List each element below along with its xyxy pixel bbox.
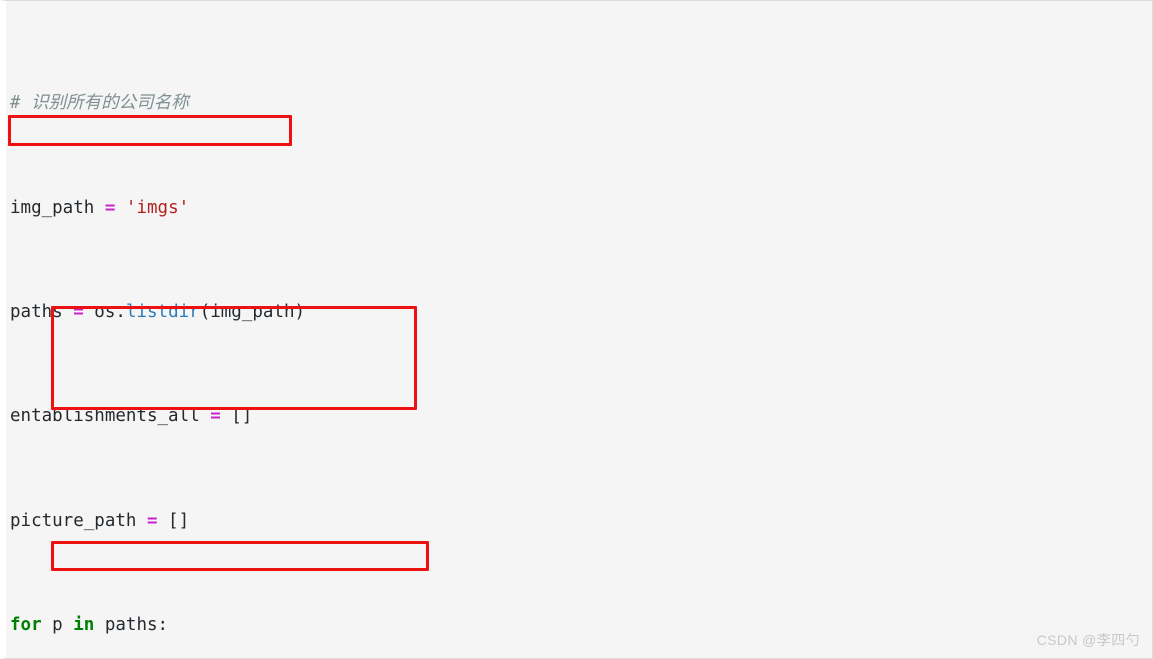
- code-block: # 识别所有的公司名称 img_path = 'imgs' paths = os…: [0, 0, 1153, 659]
- csdn-watermark: CSDN @李四勺: [1036, 632, 1140, 648]
- comment-identify-companies: # 识别所有的公司名称: [10, 93, 189, 114]
- code-line-6: for p in paths:: [10, 615, 169, 636]
- keyword-for: for: [10, 615, 42, 636]
- keyword-in: in: [73, 615, 95, 636]
- code-line-4: entablishments_all = []: [10, 406, 253, 427]
- code-line-1: # 识别所有的公司名称: [10, 90, 1152, 116]
- code-line-3: paths = os.listdir(img_path): [10, 302, 306, 323]
- operator-assign: =: [104, 197, 116, 218]
- screenshot-root: # 识别所有的公司名称 img_path = 'imgs' paths = os…: [0, 0, 1153, 659]
- code-line-2: img_path = 'imgs': [10, 197, 190, 218]
- string-imgs: 'imgs': [125, 197, 190, 218]
- function-listdir: listdir: [125, 302, 200, 323]
- code-line-5: picture_path = []: [10, 510, 190, 531]
- code-lines: # 识别所有的公司名称 img_path = 'imgs' paths = os…: [10, 12, 1152, 658]
